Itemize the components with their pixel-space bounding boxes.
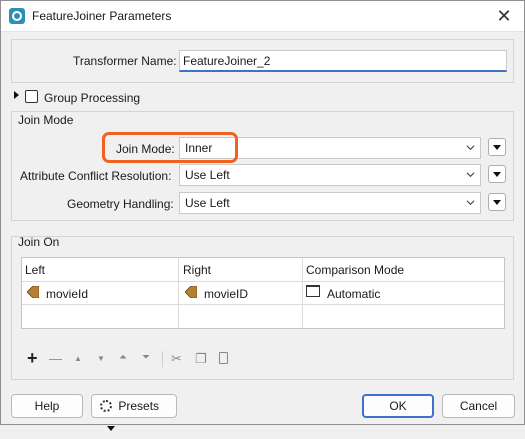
window-title: FeatureJoiner Parameters: [32, 9, 172, 23]
ok-button[interactable]: OK: [362, 394, 434, 418]
transformer-name-label: Transformer Name:: [73, 54, 177, 68]
row-right-value[interactable]: movieID: [204, 287, 248, 301]
move-top-icon[interactable]: ⏶: [119, 352, 127, 363]
group-processing-label: Group Processing: [44, 91, 141, 105]
chevron-down-icon: [466, 200, 475, 206]
join-mode-section-title: Join Mode: [18, 113, 74, 127]
help-button[interactable]: Help: [11, 394, 83, 418]
join-mode-highlight: [102, 132, 238, 163]
attribute-conflict-select[interactable]: Use Left: [179, 164, 481, 186]
close-icon[interactable]: ✕: [492, 5, 516, 27]
join-on-table: Left Right Comparison Mode movieId movie…: [21, 257, 505, 329]
join-on-section-title: Join On: [18, 235, 60, 249]
attribute-icon: [27, 286, 39, 298]
join-mode-menu-button[interactable]: [488, 138, 506, 156]
cancel-button[interactable]: Cancel: [442, 394, 515, 418]
remove-icon[interactable]: —: [49, 351, 62, 366]
expand-arrow-icon[interactable]: [14, 91, 19, 99]
app-icon: [9, 8, 25, 24]
cut-icon[interactable]: ✂: [171, 351, 182, 367]
comparison-mode-icon: [306, 285, 320, 297]
geometry-handling-label: Geometry Handling:: [67, 197, 174, 211]
attribute-icon: [185, 286, 197, 298]
dropdown-arrow-icon: [107, 426, 115, 431]
move-up-icon[interactable]: ▲: [74, 354, 82, 363]
column-header-left: Left: [25, 263, 46, 277]
move-down-icon[interactable]: ▼: [97, 354, 105, 363]
column-divider: [302, 258, 303, 328]
presets-button[interactable]: Presets: [91, 394, 177, 431]
dialog-window: FeatureJoiner Parameters ✕ Transformer N…: [0, 0, 525, 431]
add-icon[interactable]: +: [27, 348, 38, 369]
row-divider: [22, 304, 504, 305]
row-comparison-mode-value[interactable]: Automatic: [327, 287, 380, 301]
row-left-value[interactable]: movieId: [46, 287, 88, 301]
presets-label: Presets: [118, 399, 160, 413]
attribute-conflict-label: Attribute Conflict Resolution:: [20, 169, 172, 183]
geometry-handling-menu-button[interactable]: [488, 193, 506, 211]
toolbar-separator: [162, 351, 163, 367]
attribute-conflict-menu-button[interactable]: [488, 165, 506, 183]
group-processing-checkbox[interactable]: [25, 90, 38, 103]
geometry-handling-value: Use Left: [185, 196, 230, 210]
transformer-name-input[interactable]: FeatureJoiner_2: [179, 50, 507, 72]
header-divider: [22, 281, 504, 282]
chevron-down-icon: [466, 172, 475, 178]
column-header-comparison-mode: Comparison Mode: [306, 263, 405, 277]
column-divider: [178, 258, 179, 328]
move-bottom-icon[interactable]: ⏷: [142, 352, 150, 363]
geometry-handling-select[interactable]: Use Left: [179, 192, 481, 214]
paste-icon[interactable]: [219, 352, 228, 364]
copy-icon[interactable]: ❐: [195, 351, 207, 367]
chevron-down-icon: [466, 145, 475, 151]
title-bar: FeatureJoiner Parameters ✕: [1, 1, 524, 32]
column-header-right: Right: [183, 263, 212, 277]
attribute-conflict-value: Use Left: [185, 168, 230, 182]
gear-icon: [100, 400, 112, 412]
